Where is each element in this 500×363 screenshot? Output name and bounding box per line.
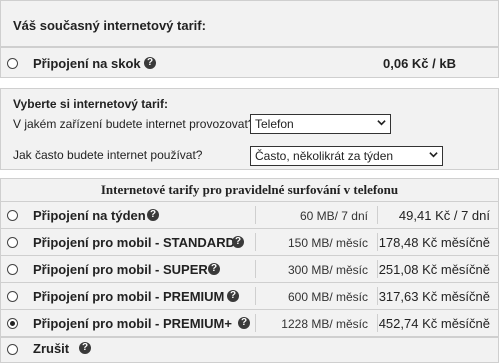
tariff-price: 0,06 Kč / kB [383, 56, 456, 71]
tariff-radio[interactable] [7, 210, 18, 221]
tariff-row[interactable]: Připojení pro mobil - SUPER ? 300 MB/ mě… [0, 256, 499, 283]
device-select[interactable]: Telefon [250, 114, 391, 134]
tariff-radio-skok[interactable] [7, 58, 18, 69]
tariff-radio[interactable] [7, 237, 18, 248]
tariffs-header: Internetové tarify pro pravidelné surfov… [0, 178, 499, 202]
help-icon[interactable]: ? [238, 317, 250, 329]
current-tariff-title: Váš současný internetový tarif: [13, 18, 206, 33]
column-divider [255, 206, 256, 224]
help-icon[interactable]: ? [232, 236, 244, 248]
tariff-volume: 300 MB/ měsíc [287, 263, 368, 277]
column-divider [255, 260, 256, 278]
tariff-price: 251,08 Kč měsíčně [378, 262, 490, 277]
tariffs-header-title: Internetové tarify pro pravidelné surfov… [100, 182, 399, 197]
tariff-name: Připojení pro mobil - PREMIUM [33, 289, 225, 304]
tariff-price: 178,48 Kč měsíčně [378, 235, 490, 250]
tariff-volume: 600 MB/ měsíc [287, 290, 368, 304]
tariff-name: Připojení na skok [33, 56, 141, 71]
tariff-volume: 1228 MB/ měsíc [281, 317, 368, 331]
cancel-label: Zrušit [33, 341, 70, 356]
tariff-name: Připojení pro mobil - SUPER [33, 262, 208, 277]
current-tariff-panel: Váš současný internetový tarif: [0, 0, 499, 47]
column-divider [255, 314, 256, 332]
device-select-value: Telefon [255, 117, 294, 131]
tariff-row[interactable]: Připojení pro mobil - PREMIUM+ ? 1228 MB… [0, 310, 499, 337]
tariff-row[interactable]: Připojení pro mobil - PREMIUM ? 600 MB/ … [0, 283, 499, 310]
tariff-name: Připojení pro mobil - STANDARD [33, 235, 235, 250]
cancel-radio[interactable] [7, 344, 18, 355]
chevron-down-icon [377, 120, 386, 126]
column-divider [377, 206, 378, 224]
tariff-row[interactable]: Připojení na týden ? 60 MB/ 7 dní 49,41 … [0, 202, 499, 229]
tariff-row[interactable]: Připojení pro mobil - STANDARD ? 150 MB/… [0, 229, 499, 256]
tariff-name: Připojení na týden [33, 208, 146, 223]
cancel-row[interactable]: Zrušit ? [0, 337, 499, 363]
tariff-volume: 60 MB/ 7 dní [299, 209, 368, 223]
help-icon[interactable]: ? [208, 263, 220, 275]
tariff-price: 452,74 Kč měsíčně [378, 316, 490, 331]
tariff-volume: 150 MB/ měsíc [287, 236, 368, 250]
tariff-radio-selected[interactable] [7, 318, 18, 329]
tariff-radio[interactable] [7, 291, 18, 302]
tariff-price: 317,63 Kč měsíčně [378, 289, 490, 304]
help-icon[interactable]: ? [144, 57, 156, 69]
help-icon[interactable]: ? [79, 342, 91, 354]
tariff-name: Připojení pro mobil - PREMIUM+ [33, 316, 232, 331]
device-question-label: V jakém zařízení budete internet provozo… [13, 117, 255, 131]
frequency-select-value: Často, několikrát za týden [255, 149, 394, 163]
tariff-row-skok[interactable]: Připojení na skok ? 0,06 Kč / kB [0, 47, 499, 78]
frequency-question-label: Jak často budete internet používat? [13, 148, 203, 162]
column-divider [255, 287, 256, 305]
help-icon[interactable]: ? [227, 290, 239, 302]
help-icon[interactable]: ? [147, 209, 159, 221]
tariff-radio[interactable] [7, 264, 18, 275]
frequency-select[interactable]: Často, několikrát za týden [250, 146, 443, 166]
chevron-down-icon [429, 152, 438, 158]
spacer [0, 78, 499, 88]
selection-heading: Vyberte si internetový tarif: [13, 97, 168, 111]
tariff-price: 49,41 Kč / 7 dní [398, 208, 490, 223]
column-divider [255, 233, 256, 251]
